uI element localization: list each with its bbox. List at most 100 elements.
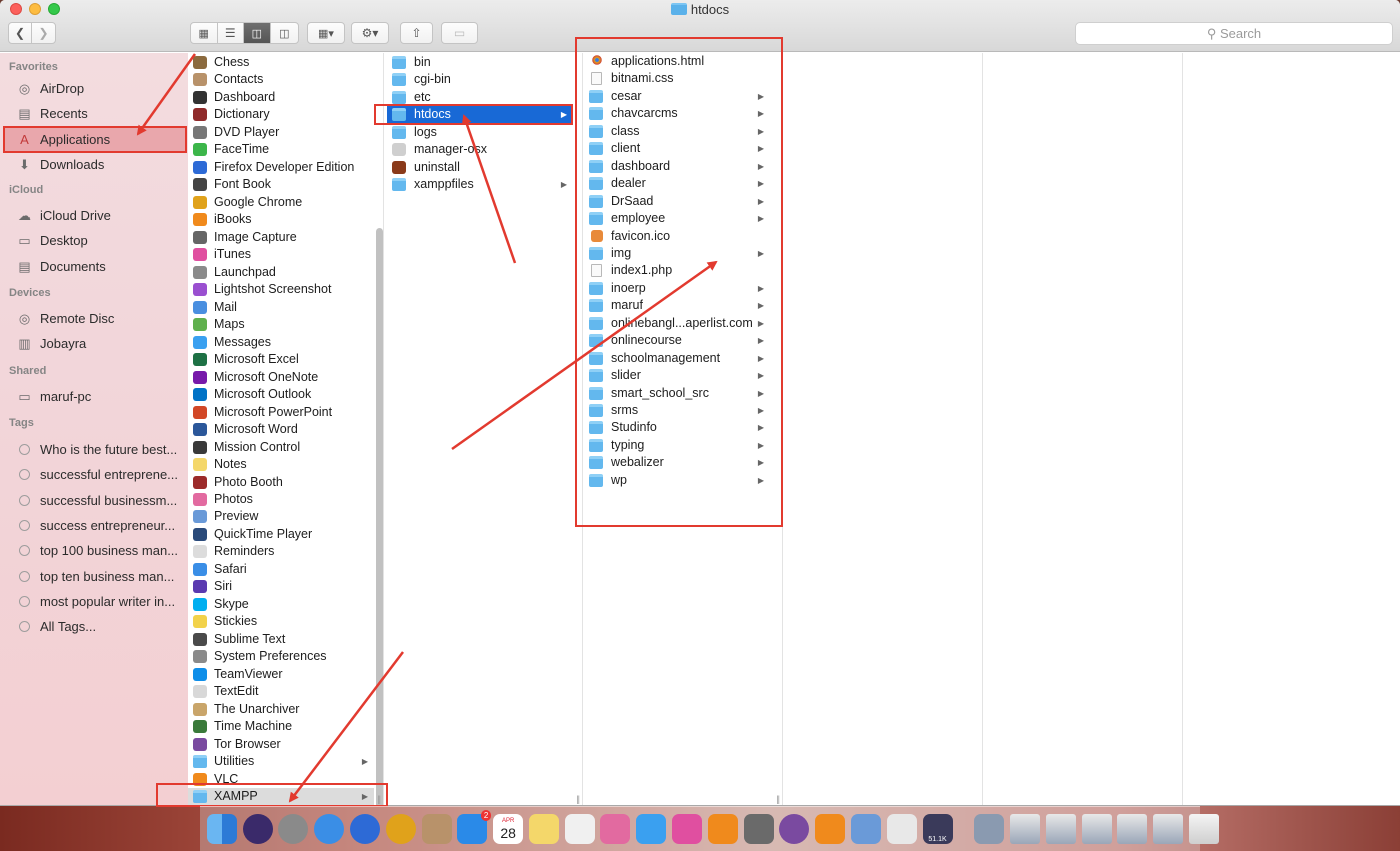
list-item[interactable]: htdocs ▶: [387, 106, 573, 124]
network-monitor-icon[interactable]: 51.1K: [922, 814, 953, 844]
list-item[interactable]: DrSaad ▶: [584, 193, 770, 211]
list-item[interactable]: Google Chrome: [188, 194, 374, 212]
list-item[interactable]: Maps: [188, 316, 374, 334]
list-item[interactable]: Reminders: [188, 543, 374, 561]
list-item[interactable]: Stickies: [188, 613, 374, 631]
sidebar-item-who-is-the-future-best[interactable]: Who is the future best...: [16, 439, 186, 461]
tags-button[interactable]: ▭: [441, 22, 478, 44]
list-item[interactable]: Chess: [188, 54, 374, 72]
calendar-icon[interactable]: APR 28: [493, 814, 524, 844]
list-item[interactable]: Mission Control: [188, 439, 374, 457]
sidebar-item-success-entrepreneur[interactable]: success entrepreneur...: [16, 515, 186, 537]
sidebar-item-airdrop[interactable]: ◎ AirDrop: [16, 78, 186, 100]
list-item[interactable]: index1.php: [584, 262, 770, 280]
window-thumb-icon[interactable]: [1081, 814, 1112, 844]
photos-icon[interactable]: [600, 814, 631, 844]
sidebar-item-most-popular-writer-in[interactable]: most popular writer in...: [16, 591, 186, 613]
preview-icon[interactable]: [850, 814, 881, 844]
list-item[interactable]: dealer ▶: [584, 175, 770, 193]
applications-column[interactable]: || Chess Contacts Dashboard Dictionary DVD P…: [188, 53, 384, 805]
list-item[interactable]: manager-osx: [387, 141, 573, 159]
list-item[interactable]: webalizer ▶: [584, 454, 770, 472]
list-item[interactable]: Safari: [188, 561, 374, 579]
column-resize-handle[interactable]: ||: [776, 794, 780, 804]
list-item[interactable]: inoerp ▶: [584, 280, 770, 298]
list-item[interactable]: schoolmanagement ▶: [584, 350, 770, 368]
list-item[interactable]: Time Machine: [188, 718, 374, 736]
sidebar-item-recents[interactable]: ▤ Recents: [16, 103, 186, 125]
list-item[interactable]: iBooks: [188, 211, 374, 229]
list-item[interactable]: Preview: [188, 508, 374, 526]
column-view-button[interactable]: ◫: [244, 23, 271, 43]
list-item[interactable]: wp ▶: [584, 472, 770, 490]
list-item[interactable]: DVD Player: [188, 124, 374, 142]
list-item[interactable]: Microsoft PowerPoint: [188, 404, 374, 422]
empty-column[interactable]: [784, 53, 983, 805]
tor-browser-icon[interactable]: [779, 814, 810, 844]
screenshot-thumb-icon[interactable]: [1010, 814, 1041, 844]
list-item[interactable]: xamppfiles ▶: [387, 176, 573, 194]
list-item[interactable]: Utilities ▶: [188, 753, 374, 771]
list-item[interactable]: Font Book: [188, 176, 374, 194]
notes-icon[interactable]: [528, 814, 559, 844]
empty-column[interactable]: [984, 53, 1183, 805]
vlc-icon[interactable]: [815, 814, 846, 844]
list-item[interactable]: Tor Browser: [188, 736, 374, 754]
list-item[interactable]: Mail: [188, 299, 374, 317]
sidebar-item-icloud-drive[interactable]: ☁ iCloud Drive: [16, 205, 186, 227]
list-item[interactable]: TeamViewer: [188, 666, 374, 684]
reminders-icon[interactable]: [564, 814, 595, 844]
list-item[interactable]: Microsoft OneNote: [188, 369, 374, 387]
list-item[interactable]: Microsoft Excel: [188, 351, 374, 369]
list-item[interactable]: employee ▶: [584, 210, 770, 228]
list-item[interactable]: Firefox Developer Edition: [188, 159, 374, 177]
window-thumb-icon[interactable]: [1117, 814, 1148, 844]
list-item[interactable]: System Preferences: [188, 648, 374, 666]
list-item[interactable]: Siri: [188, 578, 374, 596]
list-item[interactable]: slider ▶: [584, 367, 770, 385]
list-item[interactable]: uninstall: [387, 159, 573, 177]
list-item[interactable]: onlinebangl...aperlist.com ▶: [584, 315, 770, 333]
search-input[interactable]: ⚲ Search: [1075, 22, 1393, 45]
list-item[interactable]: Microsoft Outlook: [188, 386, 374, 404]
list-item[interactable]: maruf ▶: [584, 297, 770, 315]
action-button[interactable]: ⚙▾: [351, 22, 389, 44]
textedit-icon[interactable]: [886, 814, 917, 844]
xampp-column[interactable]: || bin cgi-bin etc htdocs ▶ logs manager-osx un…: [385, 53, 583, 805]
launchpad-icon[interactable]: [278, 814, 309, 844]
list-item[interactable]: iTunes: [188, 246, 374, 264]
list-item[interactable]: TextEdit: [188, 683, 374, 701]
messages-icon[interactable]: [636, 814, 667, 844]
list-item[interactable]: Skype: [188, 596, 374, 614]
list-item[interactable]: cesar ▶: [584, 88, 770, 106]
list-item[interactable]: dashboard ▶: [584, 158, 770, 176]
system-preferences-icon[interactable]: [743, 814, 774, 844]
safari-icon[interactable]: [314, 814, 345, 844]
cover-flow-button[interactable]: ◫: [271, 23, 298, 43]
back-button[interactable]: ❮: [9, 23, 33, 43]
sidebar-item-top-100-business-man[interactable]: top 100 business man...: [16, 540, 186, 562]
sidebar-item-documents[interactable]: ▤ Documents: [16, 256, 186, 278]
list-item[interactable]: bin: [387, 54, 573, 72]
list-item[interactable]: Studinfo ▶: [584, 419, 770, 437]
sidebar-item-downloads[interactable]: ⬇ Downloads: [16, 154, 186, 176]
forward-button[interactable]: ❯: [32, 23, 55, 43]
list-item[interactable]: The Unarchiver: [188, 701, 374, 719]
list-item[interactable]: Dictionary: [188, 106, 374, 124]
share-button[interactable]: ⇧: [400, 22, 433, 44]
empty-column[interactable]: [1184, 53, 1400, 805]
sidebar-item-remote-disc[interactable]: ◎ Remote Disc: [16, 308, 186, 330]
contacts-icon[interactable]: [421, 814, 452, 844]
list-item[interactable]: Photo Booth: [188, 474, 374, 492]
list-item[interactable]: img ▶: [584, 245, 770, 263]
list-item[interactable]: QuickTime Player: [188, 526, 374, 544]
sidebar-item-maruf-pc[interactable]: ▭ maruf-pc: [16, 386, 186, 408]
list-item[interactable]: Dashboard: [188, 89, 374, 107]
list-item[interactable]: bitnami.css: [584, 70, 770, 88]
itunes-icon[interactable]: [672, 814, 703, 844]
list-item[interactable]: XAMPP ▶: [188, 788, 374, 805]
sidebar-item-successful-entreprene[interactable]: successful entreprene...: [16, 464, 186, 486]
finder-icon[interactable]: [206, 814, 237, 844]
list-item[interactable]: Photos: [188, 491, 374, 509]
list-item[interactable]: client ▶: [584, 140, 770, 158]
